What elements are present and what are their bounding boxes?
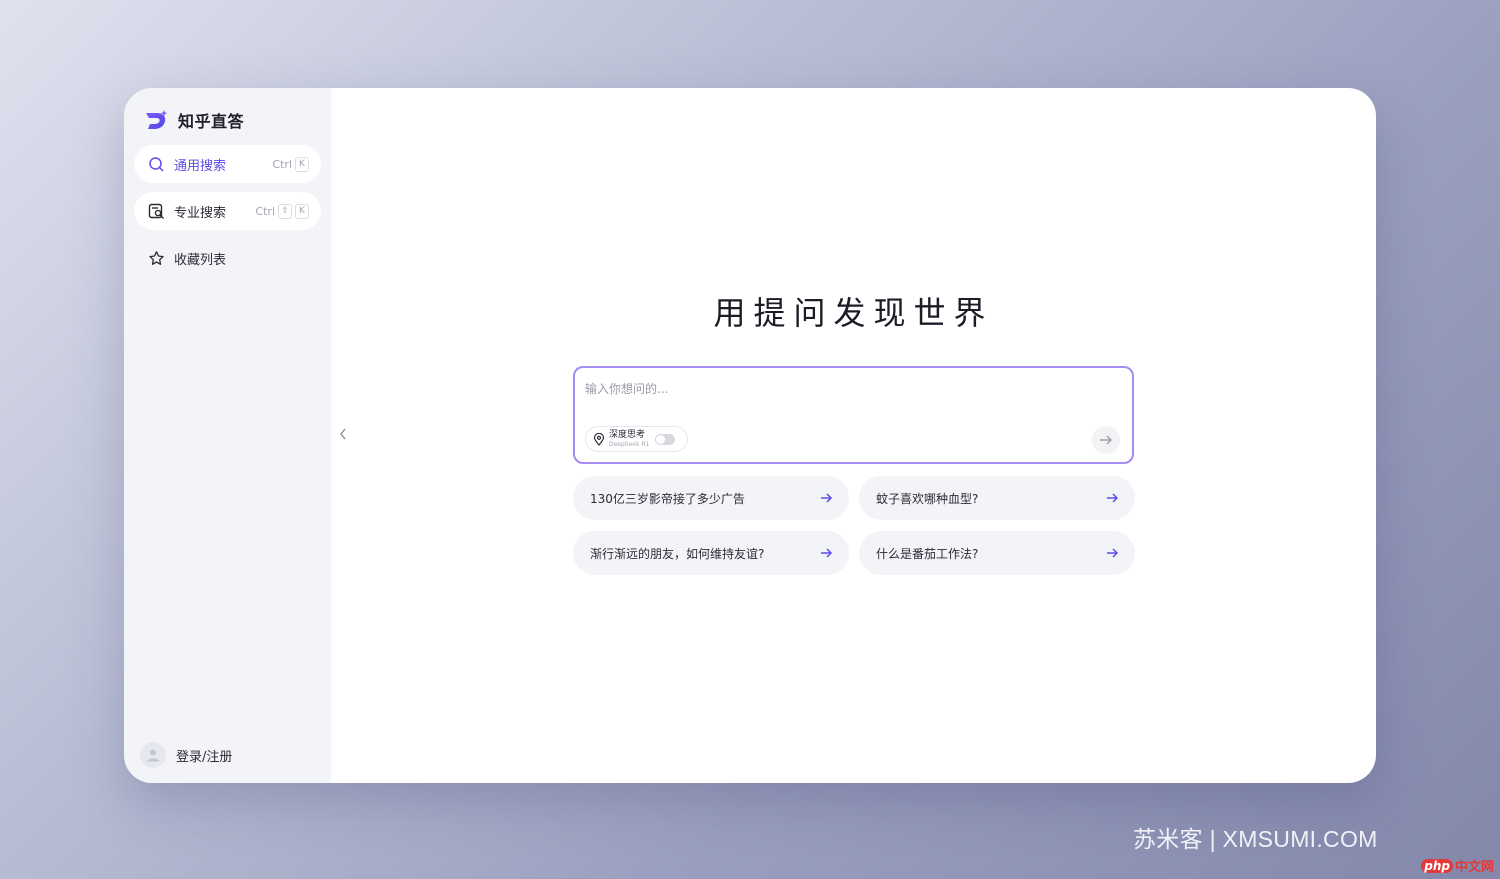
badge-cn: 中文网 bbox=[1454, 860, 1494, 875]
main-content: 用提问发现世界 深度思考 DeepSeek R1 130亿三岁影帝接了多少 bbox=[331, 88, 1376, 783]
shortcut-hint: Ctrl K bbox=[272, 156, 309, 172]
suggestion-text: 渐行渐远的朋友，如何维持友谊? bbox=[590, 546, 765, 561]
pro-search-icon bbox=[148, 203, 164, 219]
app-window: 知乎直答 通用搜索 Ctrl K 专业搜索 Ctrl ⇧ K 收藏列表 登录/注… bbox=[124, 88, 1376, 783]
shortcut-key-ctrl: Ctrl bbox=[255, 204, 275, 218]
suggestion-item[interactable]: 130亿三岁影帝接了多少广告 bbox=[573, 476, 849, 520]
suggestion-item[interactable]: 蚊子喜欢哪种血型? bbox=[859, 476, 1135, 520]
watermark-text: 苏米客 | XMSUMI.COM bbox=[1133, 826, 1378, 852]
app-name: 知乎直答 bbox=[178, 112, 245, 131]
collapse-sidebar-chevron-icon[interactable] bbox=[337, 426, 349, 442]
avatar bbox=[140, 742, 166, 768]
sidebar-item-label: 专业搜索 bbox=[174, 205, 227, 221]
send-button[interactable] bbox=[1092, 426, 1120, 454]
deep-think-switch[interactable] bbox=[655, 433, 676, 445]
search-input[interactable] bbox=[585, 378, 1085, 400]
sidebar-item-label: 收藏列表 bbox=[174, 252, 227, 268]
user-icon bbox=[147, 749, 159, 762]
login-button[interactable]: 登录/注册 bbox=[140, 742, 232, 768]
arrow-right-icon bbox=[821, 548, 833, 558]
page-title: 用提问发现世界 bbox=[713, 294, 994, 332]
deep-think-model: DeepSeek R1 bbox=[609, 440, 650, 448]
sidebar: 知乎直答 通用搜索 Ctrl K 专业搜索 Ctrl ⇧ K 收藏列表 登录/注… bbox=[124, 88, 331, 783]
deep-think-toggle[interactable]: 深度思考 DeepSeek R1 bbox=[585, 426, 688, 452]
arrow-right-icon bbox=[1107, 493, 1119, 503]
sidebar-item-label: 通用搜索 bbox=[174, 158, 227, 174]
suggestion-text: 蚊子喜欢哪种血型? bbox=[876, 491, 979, 506]
logo-icon bbox=[146, 110, 168, 129]
deep-think-text: 深度思考 DeepSeek R1 bbox=[609, 429, 650, 448]
deep-think-label: 深度思考 bbox=[609, 429, 646, 440]
sidebar-item-favorites[interactable]: 收藏列表 bbox=[134, 239, 321, 277]
location-pin-icon bbox=[593, 432, 605, 446]
site-badge: php 中文网 bbox=[1421, 856, 1494, 875]
badge-php: php bbox=[1421, 858, 1453, 873]
search-box: 深度思考 DeepSeek R1 bbox=[573, 366, 1134, 464]
sidebar-item-pro-search[interactable]: 专业搜索 Ctrl ⇧ K bbox=[134, 192, 321, 230]
arrow-right-icon bbox=[821, 493, 833, 503]
suggestion-item[interactable]: 渐行渐远的朋友，如何维持友谊? bbox=[573, 531, 849, 575]
suggestion-text: 130亿三岁影帝接了多少广告 bbox=[590, 491, 745, 506]
search-icon bbox=[149, 156, 164, 172]
shortcut-key-k: K bbox=[295, 156, 309, 172]
arrow-right-icon bbox=[1107, 548, 1119, 558]
star-icon bbox=[149, 250, 164, 265]
suggestion-item[interactable]: 什么是番茄工作法? bbox=[859, 531, 1135, 575]
suggestion-text: 什么是番茄工作法? bbox=[876, 546, 979, 561]
sidebar-item-general-search[interactable]: 通用搜索 Ctrl K bbox=[134, 145, 321, 183]
shortcut-key-shift: ⇧ bbox=[278, 203, 292, 219]
logo[interactable]: 知乎直答 bbox=[144, 108, 244, 132]
shortcut-key-ctrl: Ctrl bbox=[272, 157, 292, 171]
login-label: 登录/注册 bbox=[176, 749, 233, 765]
shortcut-hint: Ctrl ⇧ K bbox=[255, 203, 309, 219]
arrow-right-icon bbox=[1100, 435, 1112, 445]
shortcut-key-k: K bbox=[295, 203, 309, 219]
